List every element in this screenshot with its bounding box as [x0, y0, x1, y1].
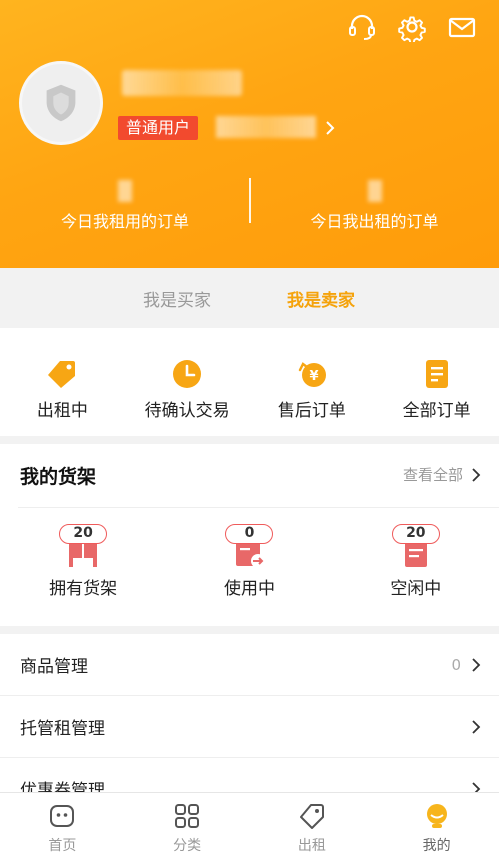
shelf-in-use-icon — [236, 542, 266, 568]
header-actions — [347, 12, 477, 44]
shelf-label: 使用中 — [223, 579, 275, 599]
chevron-right-icon — [472, 467, 481, 482]
svg-text:¥: ¥ — [309, 369, 318, 384]
chevron-right-icon[interactable] — [322, 118, 338, 138]
stat-rented-orders[interactable]: 今日我租用的订单 — [0, 180, 250, 232]
view-all-link[interactable]: 查看全部 — [403, 464, 481, 485]
bottom-nav: 首页 分类 出租 我的 — [0, 792, 499, 862]
shelf-owned[interactable]: 20 拥有货架 — [0, 524, 166, 599]
order-after-sales[interactable]: ¥ 售后订单 — [250, 328, 375, 436]
stat-leased-orders[interactable]: 今日我出租的订单 — [250, 180, 499, 232]
menu-count: 0 — [451, 655, 461, 674]
grid-icon — [175, 804, 200, 828]
order-renting[interactable]: 出租中 — [0, 328, 125, 436]
my-shelf-section: 我的货架 查看全部 20 拥有货架 0 使用中 20 空闲中 — [0, 444, 499, 626]
menu-label: 托管租管理 — [20, 719, 105, 739]
home-icon — [50, 805, 75, 827]
document-icon — [425, 360, 448, 388]
stat-label: 今日我出租的订单 — [310, 212, 439, 231]
order-all[interactable]: 全部订单 — [374, 328, 499, 436]
nav-home[interactable]: 首页 — [0, 793, 125, 862]
menu-item-product-management[interactable]: 商品管理 0 — [0, 634, 499, 696]
stat-label: 今日我租用的订单 — [60, 212, 189, 231]
nav-rent-out[interactable]: 出租 — [250, 793, 375, 862]
user-id-blurred — [216, 116, 316, 138]
nav-label: 我的 — [422, 838, 451, 854]
tab-buyer[interactable]: 我是买家 — [143, 286, 211, 311]
view-all-label: 查看全部 — [402, 466, 463, 484]
user-level-badge: 普通用户 — [118, 116, 199, 140]
shelf-idle[interactable]: 20 空闲中 — [333, 524, 499, 599]
gear-icon[interactable] — [397, 12, 427, 44]
section-title: 我的货架 — [20, 466, 97, 488]
shelf-label: 拥有货架 — [49, 579, 118, 599]
yen-coin-icon: ¥ — [298, 362, 326, 387]
chevron-right-icon — [472, 657, 481, 672]
order-status-bar: 出租中 待确认交易 ¥ 售后订单 全部订单 — [0, 328, 499, 436]
chevron-right-icon — [472, 719, 481, 734]
count-badge: 0 — [225, 524, 274, 544]
avatar[interactable] — [19, 61, 103, 145]
nav-mine[interactable]: 我的 — [374, 793, 499, 862]
profile-header: 普通用户 今日我租用的订单 今日我出租的订单 — [0, 0, 499, 268]
nav-label: 分类 — [173, 838, 202, 854]
headset-icon[interactable] — [347, 12, 377, 42]
shelf-label: 空闲中 — [390, 579, 442, 599]
menu-label: 商品管理 — [20, 657, 88, 677]
tag-icon — [299, 804, 324, 829]
tag-icon — [48, 361, 76, 388]
username-blurred — [122, 70, 242, 96]
tab-seller[interactable]: 我是卖家 — [287, 286, 355, 311]
order-label: 待确认交易 — [144, 401, 230, 421]
default-avatar-icon — [46, 84, 76, 122]
stat-count-blurred — [118, 180, 132, 202]
stat-count-blurred — [367, 180, 382, 202]
profile-icon — [426, 804, 447, 828]
menu-item-custody-rental[interactable]: 托管租管理 — [0, 696, 499, 758]
order-label: 全部订单 — [402, 401, 471, 421]
order-label: 出租中 — [36, 401, 88, 421]
clock-icon — [173, 360, 202, 388]
shelf-in-use[interactable]: 0 使用中 — [166, 524, 332, 599]
shelf-idle-icon — [404, 542, 427, 567]
nav-label: 首页 — [48, 838, 77, 854]
count-badge: 20 — [59, 524, 108, 544]
shelf-icon — [69, 544, 98, 567]
mail-icon[interactable] — [447, 12, 477, 42]
order-pending-confirm[interactable]: 待确认交易 — [125, 328, 250, 436]
order-label: 售后订单 — [277, 401, 346, 421]
nav-category[interactable]: 分类 — [125, 793, 250, 862]
shelf-stats: 20 拥有货架 0 使用中 20 空闲中 — [0, 524, 499, 599]
role-tabs: 我是买家 我是卖家 — [0, 268, 499, 328]
divider — [18, 507, 499, 508]
nav-label: 出租 — [297, 838, 326, 854]
count-badge: 20 — [391, 524, 440, 544]
